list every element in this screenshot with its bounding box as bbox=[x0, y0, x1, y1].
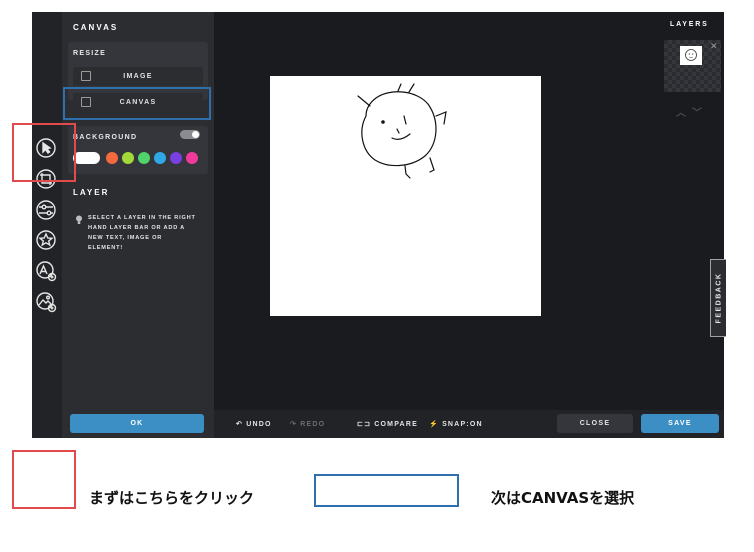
doodle-drawing bbox=[357, 83, 447, 179]
color-swatch-white[interactable] bbox=[73, 152, 100, 164]
badge-icon[interactable] bbox=[35, 229, 57, 251]
text-shapes-icon[interactable] bbox=[35, 260, 57, 282]
color-swatch-blue[interactable] bbox=[154, 152, 166, 164]
canvas-stage[interactable] bbox=[270, 76, 541, 316]
highlight-step2-box bbox=[63, 87, 211, 120]
layer-section-title: LAYER bbox=[73, 188, 110, 197]
redo-button[interactable]: ↷ REDO bbox=[290, 420, 325, 428]
save-button[interactable]: SAVE bbox=[641, 414, 719, 433]
background-group: BACKGROUND bbox=[68, 126, 208, 174]
legend-red-box bbox=[12, 450, 76, 509]
add-image-icon[interactable] bbox=[35, 291, 57, 313]
toggle-knob bbox=[192, 131, 199, 138]
snap-toggle[interactable]: ⚡ SNAP:ON bbox=[429, 420, 483, 428]
highlight-step1-box bbox=[12, 123, 76, 182]
ok-button[interactable]: OK bbox=[70, 414, 204, 433]
panel-title: CANVAS bbox=[73, 23, 119, 32]
color-swatch-lime[interactable] bbox=[122, 152, 134, 164]
color-swatch-orange[interactable] bbox=[106, 152, 118, 164]
close-button[interactable]: CLOSE bbox=[557, 414, 633, 433]
move-layer-down-icon[interactable]: ﹀ bbox=[692, 108, 708, 119]
compare-button[interactable]: ⊏⊐ COMPARE bbox=[357, 420, 418, 428]
move-layer-up-icon[interactable]: ︿ bbox=[676, 108, 692, 119]
legend-step2-text: 次はCANVASを選択 bbox=[491, 489, 635, 507]
layer-thumbnail-image bbox=[680, 46, 702, 65]
layer-order-arrows[interactable]: ︿﹀ bbox=[676, 104, 708, 119]
canvas-settings-panel: CANVAS RESIZE IMAGE CANVAS BACKGROUND LA… bbox=[62, 12, 214, 438]
legend-blue-box bbox=[314, 474, 459, 507]
legend-step1-text: まずはこちらをクリック bbox=[89, 489, 255, 507]
color-swatch-green[interactable] bbox=[138, 152, 150, 164]
background-toggle[interactable] bbox=[180, 130, 200, 139]
bottom-toolbar: ↶ UNDO ↷ REDO ⊏⊐ COMPARE ⚡ SNAP:ON CLOSE… bbox=[214, 410, 724, 438]
feedback-tab[interactable]: FEEDBACK bbox=[710, 259, 726, 337]
adjust-sliders-icon[interactable] bbox=[35, 199, 57, 221]
color-swatch-pink[interactable] bbox=[186, 152, 198, 164]
lightbulb-icon bbox=[76, 215, 82, 224]
layer-delete-icon[interactable]: ✕ bbox=[710, 41, 718, 52]
undo-button[interactable]: ↶ UNDO bbox=[236, 420, 272, 428]
background-label: BACKGROUND bbox=[73, 134, 138, 141]
color-swatch-purple[interactable] bbox=[170, 152, 182, 164]
resize-label: RESIZE bbox=[73, 50, 107, 57]
layers-title: LAYERS bbox=[670, 21, 709, 28]
layer-hint-text: SELECT A LAYER IN THE RIGHT HAND LAYER B… bbox=[88, 215, 196, 251]
tool-icon-bar bbox=[32, 12, 62, 438]
resize-image-button[interactable]: IMAGE bbox=[73, 67, 203, 86]
layer-thumbnail[interactable]: ✕ bbox=[664, 40, 721, 92]
